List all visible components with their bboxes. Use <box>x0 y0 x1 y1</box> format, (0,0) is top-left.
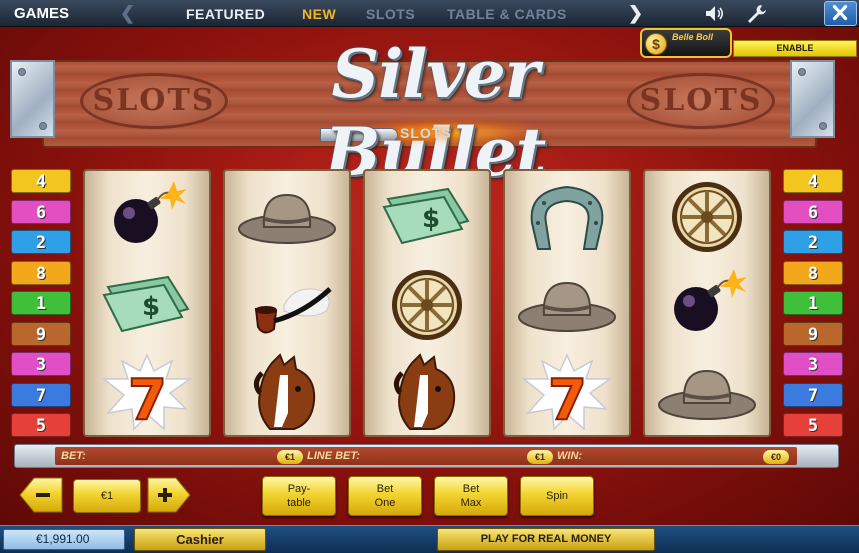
footer-bar: €1,991.00 Cashier PLAY FOR REAL MONEY <box>0 525 859 553</box>
payline-right-3[interactable]: 8 <box>783 260 843 285</box>
hat-icon <box>654 353 760 433</box>
wrench-icon[interactable] <box>746 4 768 24</box>
reel-4: 7 <box>503 169 631 437</box>
horse-icon <box>374 353 480 433</box>
pipe-icon <box>234 265 340 345</box>
close-icon <box>832 4 848 21</box>
bomb-icon <box>654 265 760 345</box>
payline-left-4[interactable]: 1 <box>11 291 71 315</box>
slots-sign-right: SLOTS <box>627 73 775 129</box>
coin-value-display[interactable]: €1 <box>73 479 141 513</box>
game-logo: Silver Bullet SLOTS <box>230 35 630 191</box>
horse-icon <box>234 353 340 433</box>
slots-sign-left: SLOTS <box>80 73 228 129</box>
reel-5 <box>643 169 771 437</box>
hat-icon <box>514 265 620 345</box>
payline-left-2[interactable]: 2 <box>11 230 71 254</box>
line-bet-value: €1 <box>527 450 553 464</box>
logo-title: Silver Bullet <box>324 35 546 191</box>
bet-bar: BET: €1 LINE BET: €1 WIN: €0 <box>14 444 839 468</box>
reel-2 <box>223 169 351 437</box>
increase-coin-button[interactable] <box>146 476 192 514</box>
decrease-coin-button[interactable] <box>18 476 64 514</box>
chevron-left-icon[interactable]: ❮ <box>120 3 135 24</box>
payline-right-0[interactable]: 4 <box>783 169 843 193</box>
win-label: WIN: <box>557 450 583 462</box>
payline-left-8[interactable]: 5 <box>11 413 71 437</box>
payline-left-7[interactable]: 7 <box>11 382 71 407</box>
payline-left-5[interactable]: 9 <box>11 321 71 346</box>
payline-right-7[interactable]: 7 <box>783 382 843 407</box>
bet-label: BET: <box>61 450 86 462</box>
metal-bracket-left <box>10 60 55 138</box>
bonus-logo: $ Belle Boll <box>640 28 732 58</box>
payline-right-4[interactable]: 1 <box>783 291 843 315</box>
bomb-icon <box>94 177 200 257</box>
top-nav-bar: GAMES ❮ FEATURED NEW SLOTS TABLE & CARDS… <box>0 0 859 27</box>
payline-right-6[interactable]: 3 <box>783 352 843 376</box>
enable-button[interactable]: ENABLE <box>733 40 857 57</box>
spin-button[interactable]: Spin <box>520 476 594 516</box>
tab-new[interactable]: NEW <box>302 6 336 22</box>
bet-one-button[interactable]: Bet One <box>348 476 422 516</box>
balance-display: €1,991.00 <box>3 529 125 550</box>
wheel-icon <box>374 265 480 345</box>
minus-icon <box>36 493 50 497</box>
payline-right-5[interactable]: 9 <box>783 321 843 346</box>
svg-text:$: $ <box>142 292 160 322</box>
reel-1: $7 <box>83 169 211 437</box>
cashier-button[interactable]: Cashier <box>134 528 266 551</box>
paytable-button[interactable]: Pay- table <box>262 476 336 516</box>
payline-right-2[interactable]: 2 <box>783 230 843 254</box>
games-menu-label[interactable]: GAMES <box>14 5 69 22</box>
payline-left-0[interactable]: 4 <box>11 169 71 193</box>
wheel-icon <box>654 177 760 257</box>
payline-left-3[interactable]: 8 <box>11 260 71 285</box>
win-value: €0 <box>763 450 789 464</box>
svg-text:7: 7 <box>128 368 167 433</box>
horseshoe-icon <box>514 177 620 257</box>
money-icon: $ <box>94 265 200 345</box>
bonus-logo-text: Belle Boll <box>672 32 714 42</box>
bet-bar-inner: BET: €1 LINE BET: €1 WIN: €0 <box>55 447 797 465</box>
tab-slots[interactable]: SLOTS <box>366 6 415 22</box>
money-icon: $ <box>374 177 480 257</box>
bet-value: €1 <box>277 450 303 464</box>
payline-right-1[interactable]: 6 <box>783 199 843 224</box>
bonus-feature-box: $ Belle Boll ENABLE <box>640 28 859 60</box>
logo-subtitle: SLOTS <box>400 125 452 141</box>
tab-table-cards[interactable]: TABLE & CARDS <box>447 6 567 22</box>
chevron-right-icon[interactable]: ❯ <box>628 3 643 24</box>
reel-3: $ <box>363 169 491 437</box>
coin-icon: $ <box>645 33 667 55</box>
close-button[interactable] <box>824 1 857 26</box>
game-stage: SLOTS SLOTS Silver Bullet SLOTS $ Belle … <box>0 27 859 525</box>
bet-max-button[interactable]: Bet Max <box>434 476 508 516</box>
hat-icon <box>234 177 340 257</box>
volume-icon[interactable] <box>705 5 725 22</box>
play-real-money-button[interactable]: PLAY FOR REAL MONEY <box>437 528 655 551</box>
payline-left-6[interactable]: 3 <box>11 352 71 376</box>
payline-right-8[interactable]: 5 <box>783 413 843 437</box>
tab-featured[interactable]: FEATURED <box>186 6 265 22</box>
line-bet-label: LINE BET: <box>307 450 360 462</box>
svg-text:$: $ <box>422 204 440 234</box>
svg-text:7: 7 <box>548 368 587 433</box>
payline-left-1[interactable]: 6 <box>11 199 71 224</box>
seven-icon: 7 <box>514 353 620 434</box>
seven-icon: 7 <box>94 353 200 434</box>
metal-bracket-right <box>790 60 835 138</box>
